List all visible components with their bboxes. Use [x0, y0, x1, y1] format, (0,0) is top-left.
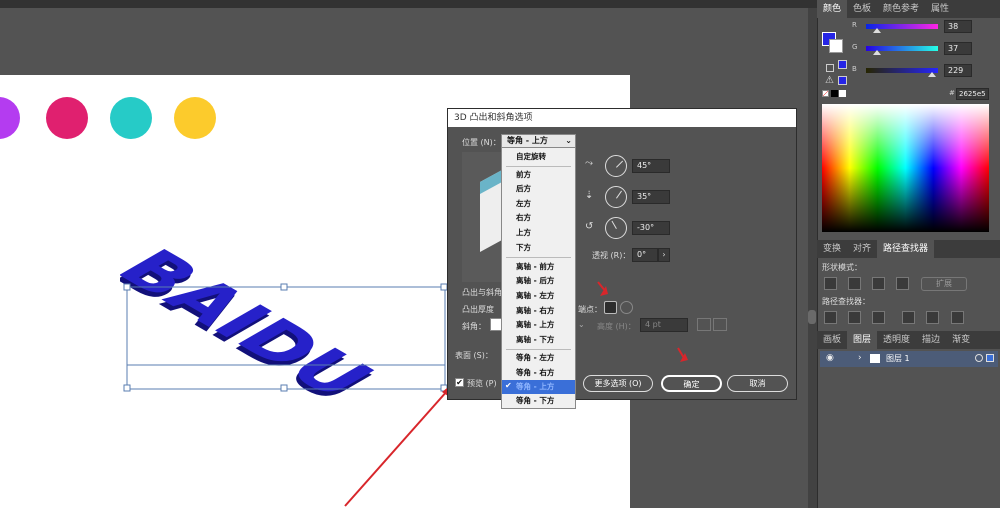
intersect-icon[interactable]	[872, 277, 885, 290]
dialog-title: 3D 凸出和斜角选项	[448, 109, 796, 127]
green-label: G	[852, 43, 858, 51]
tab-align[interactable]: 对齐	[847, 240, 877, 258]
red-knob	[873, 28, 881, 33]
tab-gradient[interactable]: 渐变	[946, 331, 976, 349]
expand-button[interactable]: 扩展	[921, 277, 967, 291]
color-panel-tabs: 颜色 色板 颜色参考 属性	[817, 0, 1000, 18]
selection-indicator[interactable]	[986, 354, 994, 362]
menu-item-isometric-bottom[interactable]: 等角 - 下方	[502, 394, 575, 408]
tab-artboards[interactable]: 画板	[817, 331, 847, 349]
menu-item-top[interactable]: 上方	[502, 226, 575, 240]
blue-value[interactable]: 229	[944, 64, 972, 77]
position-label: 位置 (N)：	[462, 138, 501, 147]
menu-item-off-axis-top[interactable]: 离轴 - 上方	[502, 318, 575, 332]
green-slider[interactable]: G 37	[850, 42, 995, 56]
tab-layers[interactable]: 图层	[847, 331, 878, 349]
tab-color-guide[interactable]: 颜色参考	[877, 0, 925, 18]
green-knob	[873, 50, 881, 55]
menu-item-left[interactable]: 左方	[502, 197, 575, 211]
red-annotation-arrow	[344, 384, 452, 507]
tab-color[interactable]: 颜色	[817, 0, 848, 18]
menu-item-off-axis-left[interactable]: 离轴 - 左方	[502, 289, 575, 303]
preview-label: 预览 (P)	[467, 379, 497, 388]
green-value[interactable]: 37	[944, 42, 972, 55]
menu-item-off-axis-front[interactable]: 离轴 - 前方	[502, 260, 575, 274]
layer-thumbnail	[870, 354, 880, 363]
menu-item-off-axis-back[interactable]: 离轴 - 后方	[502, 274, 575, 288]
exclude-icon[interactable]	[896, 277, 909, 290]
menu-item-bottom[interactable]: 下方	[502, 241, 575, 255]
menu-item-front[interactable]: 前方	[502, 168, 575, 182]
menu-item-isometric-top[interactable]: 等角 - 上方	[502, 380, 575, 394]
hex-prefix: #	[949, 89, 955, 97]
divide-icon[interactable]	[824, 311, 837, 324]
white-swatch[interactable]	[839, 90, 846, 97]
minus-back-icon[interactable]	[951, 311, 964, 324]
outline-icon[interactable]	[926, 311, 939, 324]
expand-arrow-icon[interactable]: ›	[858, 353, 862, 363]
tab-transform[interactable]: 变换	[817, 240, 847, 258]
bevel-extent-out-icon[interactable]	[713, 318, 727, 331]
menu-item-off-axis-right[interactable]: 离轴 - 右方	[502, 304, 575, 318]
tab-stroke[interactable]: 描边	[916, 331, 946, 349]
hex-input[interactable]: 2625e5	[956, 88, 989, 100]
color-spectrum[interactable]	[822, 104, 989, 232]
preview-checkbox[interactable]: ✔	[455, 378, 464, 387]
red-slider[interactable]: R 38	[850, 20, 995, 34]
pathfinder-panel-tabs: 变换 对齐 路径查找器	[817, 240, 1000, 258]
tab-swatches[interactable]: 色板	[847, 0, 877, 18]
pink-circle[interactable]	[46, 97, 88, 139]
crop-icon[interactable]	[902, 311, 915, 324]
shape-modes-label: 形状模式：	[822, 263, 862, 272]
layer-row[interactable]: ◉ › 图层 1	[820, 351, 998, 367]
layer-name[interactable]: 图层 1	[886, 353, 910, 364]
trim-icon[interactable]	[848, 311, 861, 324]
blue-knob	[928, 72, 936, 77]
minus-front-icon[interactable]	[848, 277, 861, 290]
stroke-swatch[interactable]	[829, 39, 843, 53]
cube-icon	[826, 64, 834, 72]
menu-item-isometric-right[interactable]: 等角 - 右方	[502, 366, 575, 380]
red-annotation-marks	[564, 152, 688, 386]
web-color-swatch[interactable]	[838, 60, 847, 69]
menu-item-custom-rotation[interactable]: 自定旋转	[502, 150, 575, 164]
warning-icon: ⚠	[825, 75, 834, 86]
black-swatch[interactable]	[831, 90, 838, 97]
pathfinders-label: 路径查找器：	[822, 297, 870, 306]
menu-item-right[interactable]: 右方	[502, 211, 575, 225]
position-dropdown-menu[interactable]: 自定旋转 前方 后方 左方 右方 上方 下方 离轴 - 前方 离轴 - 后方 离…	[501, 147, 576, 409]
gamut-color-swatch[interactable]	[838, 76, 847, 85]
vertical-scrollbar[interactable]	[808, 8, 817, 508]
blue-label: B	[852, 65, 857, 73]
position-select[interactable]: 等角 - 上方 ⌄	[501, 134, 576, 148]
blue-slider[interactable]: B 229	[850, 64, 995, 78]
eye-icon[interactable]: ◉	[826, 353, 834, 363]
extrude-depth-label: 凸出厚度	[462, 305, 494, 314]
layers-panel-tabs: 画板 图层 透明度 描边 渐变	[817, 331, 1000, 349]
checkmark-icon: ✔	[505, 381, 512, 390]
tab-pathfinder[interactable]: 路径查找器	[877, 240, 935, 258]
unite-icon[interactable]	[824, 277, 837, 290]
extrude-section-label: 凸出与斜角	[462, 288, 502, 297]
surface-label: 表面 (S)：	[455, 351, 493, 360]
bevel-label: 斜角：	[462, 322, 486, 331]
menu-item-off-axis-bottom[interactable]: 离轴 - 下方	[502, 333, 575, 347]
chevron-down-icon: ⌄	[565, 136, 572, 145]
merge-icon[interactable]	[872, 311, 885, 324]
scrollbar-thumb[interactable]	[808, 310, 816, 324]
red-label: R	[852, 21, 857, 29]
tab-transparency[interactable]: 透明度	[877, 331, 916, 349]
red-value[interactable]: 38	[944, 20, 972, 33]
position-select-value: 等角 - 上方	[507, 136, 548, 145]
none-color-icon[interactable]	[822, 90, 829, 97]
cancel-button[interactable]: 取消	[727, 375, 788, 392]
tab-properties[interactable]: 属性	[925, 0, 955, 18]
target-icon[interactable]	[975, 354, 983, 362]
teal-circle[interactable]	[110, 97, 152, 139]
menu-item-back[interactable]: 后方	[502, 182, 575, 196]
menu-item-isometric-left[interactable]: 等角 - 左方	[502, 351, 575, 365]
yellow-circle[interactable]	[174, 97, 216, 139]
